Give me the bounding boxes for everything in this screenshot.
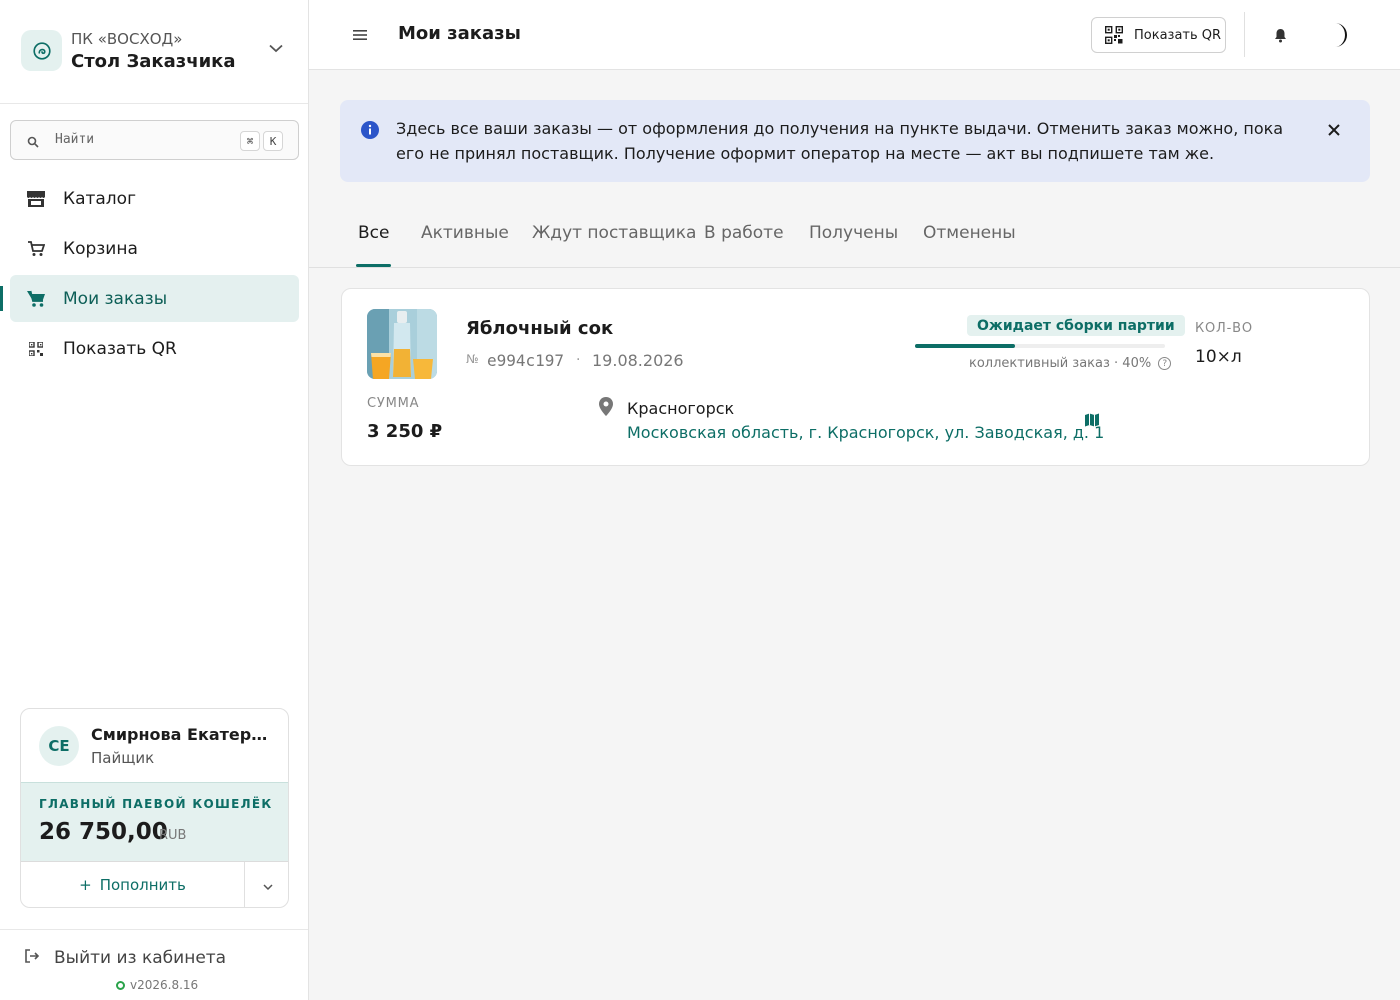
help-icon[interactable]: ?	[1158, 357, 1172, 370]
sidebar-item-label: Показать QR	[63, 338, 177, 359]
topup-more-button[interactable]	[246, 862, 288, 907]
user-name: Смирнова Екатерина	[91, 725, 273, 744]
sum-value: 3 250 ₽	[367, 421, 443, 442]
quantity-label: КОЛ-ВО	[1195, 321, 1253, 336]
tab-cancelled[interactable]: Отменены	[923, 223, 1016, 243]
qr-icon	[1104, 25, 1124, 45]
tab-in-progress[interactable]: В работе	[704, 223, 784, 243]
order-tabs: Все Активные Ждут поставщика В работе По…	[309, 205, 1400, 268]
collective-progress-bar	[915, 344, 1165, 348]
info-icon	[360, 120, 380, 140]
order-date: 19.08.2026	[592, 351, 684, 370]
version-text: v2026.8.16	[130, 978, 199, 992]
app-version: v2026.8.16	[116, 978, 198, 992]
user-role: Пайщик	[91, 749, 155, 767]
chevron-down-icon	[263, 876, 273, 895]
page-title: Мои заказы	[398, 23, 521, 44]
cart-filled-icon	[26, 289, 46, 309]
tab-active[interactable]: Активные	[421, 223, 509, 243]
wallet-currency: RUB	[159, 828, 187, 843]
tab-active-underline	[356, 264, 391, 267]
chevron-down-icon[interactable]	[266, 40, 286, 56]
search-placeholder: Найти	[55, 132, 95, 147]
sidebar-item-my-orders[interactable]: Мои заказы	[10, 275, 299, 322]
sidebar-item-label: Каталог	[63, 188, 137, 209]
topup-button[interactable]: + Пополнить	[21, 862, 245, 907]
topup-label: Пополнить	[99, 876, 186, 894]
user-card: СЕ Смирнова Екатерина Пайщик ГЛАВНЫЙ ПАЕ…	[20, 708, 289, 908]
tab-awaiting-supplier[interactable]: Ждут поставщика	[532, 223, 696, 243]
info-text: Здесь все ваши заказы — от оформления до…	[396, 119, 1284, 163]
brand-logo-icon	[21, 30, 62, 71]
quantity-value: 10×л	[1195, 347, 1242, 367]
status-badge: Ожидает сборки партии	[967, 315, 1185, 336]
progress-note: коллективный заказ · 40% ?	[969, 356, 1172, 371]
qr-icon	[26, 339, 46, 359]
wallet-amount: 26 750,00	[39, 819, 168, 845]
product-image	[367, 309, 437, 379]
show-qr-label: Показать QR	[1134, 27, 1222, 43]
tab-all[interactable]: Все	[358, 223, 389, 243]
status-dot-icon	[116, 980, 125, 990]
brand-name: Стол Заказчика	[71, 51, 236, 72]
logout-button[interactable]: Выйти из кабинета	[24, 948, 226, 968]
brand-org: ПК «ВОСХОД»	[71, 30, 183, 48]
pickup-address-link[interactable]: Московская область, г. Красногорск, ул. …	[627, 423, 1104, 442]
moon-icon[interactable]	[1326, 22, 1352, 48]
meta-separator: ·	[576, 352, 581, 368]
logout-label: Выйти из кабинета	[54, 948, 227, 968]
header-divider	[1244, 12, 1245, 57]
sidebar: ПК «ВОСХОД» Стол Заказчика Найти ⌘ K Кат…	[0, 0, 309, 1000]
sidebar-item-catalog[interactable]: Каталог	[10, 175, 299, 222]
sidebar-item-show-qr[interactable]: Показать QR	[10, 325, 299, 372]
number-sign: №	[466, 352, 479, 366]
shortcut-key-k: K	[263, 131, 283, 151]
active-indicator	[0, 286, 3, 311]
map-icon[interactable]	[1085, 412, 1101, 428]
sidebar-item-label: Корзина	[63, 238, 138, 259]
order-card[interactable]: Яблочный сок № e994c197 · 19.08.2026 Ожи…	[341, 288, 1370, 466]
shortcut-key-cmd: ⌘	[240, 131, 260, 151]
sidebar-footer: Выйти из кабинета v2026.8.16	[0, 929, 308, 1000]
show-qr-button[interactable]: Показать QR	[1091, 17, 1226, 53]
sidebar-item-cart[interactable]: Корзина	[10, 225, 299, 272]
store-icon	[26, 189, 46, 209]
search-input[interactable]: Найти ⌘ K	[10, 120, 299, 160]
menu-icon[interactable]	[349, 24, 371, 46]
sum-label: СУММА	[367, 396, 420, 411]
plus-icon: +	[79, 876, 92, 894]
avatar[interactable]: СЕ	[39, 726, 79, 766]
pickup-city: Красногорск	[627, 399, 735, 418]
sidebar-item-label: Мои заказы	[63, 288, 168, 309]
product-title: Яблочный сок	[466, 318, 614, 339]
brand-switcher[interactable]: ПК «ВОСХОД» Стол Заказчика	[0, 0, 308, 104]
bell-icon[interactable]	[1270, 25, 1290, 45]
location-pin-icon	[599, 397, 615, 417]
top-header: Мои заказы Показать QR	[309, 0, 1400, 70]
info-banner: Здесь все ваши заказы — от оформления до…	[340, 100, 1370, 182]
progress-note-text: коллективный заказ · 40%	[969, 356, 1152, 371]
cart-icon	[26, 239, 46, 259]
tab-received[interactable]: Получены	[809, 223, 898, 243]
search-icon	[27, 133, 39, 152]
logout-icon	[24, 948, 40, 968]
close-icon[interactable]	[1324, 120, 1344, 140]
order-number: e994c197	[487, 351, 565, 370]
progress-fill	[915, 344, 1015, 348]
wallet-title: ГЛАВНЫЙ ПАЕВОЙ КОШЕЛЁК	[39, 797, 273, 811]
wallet-panel: ГЛАВНЫЙ ПАЕВОЙ КОШЕЛЁК 26 750,00 RUB	[21, 782, 288, 862]
